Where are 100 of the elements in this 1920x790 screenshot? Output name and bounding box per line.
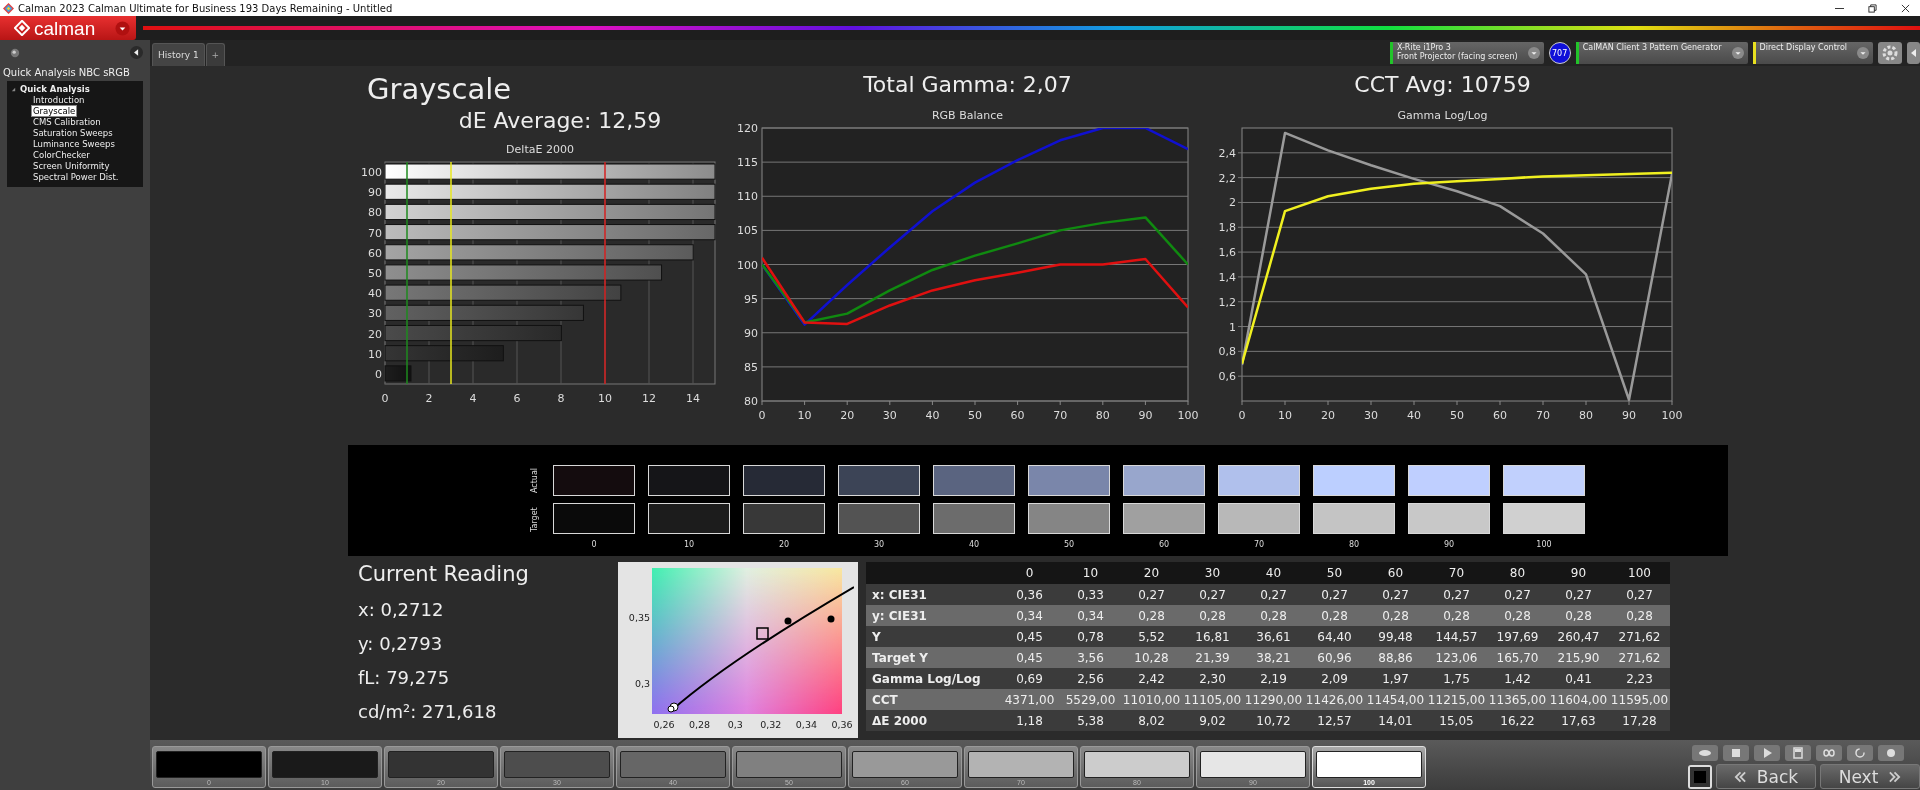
table-cell: 0,28 [1182,605,1243,626]
table-cell: 271,62 [1609,626,1670,647]
tree-item[interactable]: Quick Analysis [19,84,91,95]
device-label: Direct Display Control [1759,43,1847,52]
collapse-icon[interactable] [1907,42,1920,64]
bar [384,365,412,382]
back-button[interactable]: Back [1716,764,1816,789]
expand-icon[interactable] [11,87,16,92]
axis-label: 10 [368,347,382,361]
tab[interactable]: + [205,43,226,66]
table-cell: 5,52 [1121,626,1182,647]
tree-item[interactable]: CMS Calibration [32,117,102,127]
table-cell: 10,72 [1243,710,1304,731]
table-cell: 11290,00 [1243,689,1304,710]
table-cell: 10,28 [1121,647,1182,668]
table-cell: 5529,00 [1060,689,1121,710]
table-cell: 165,70 [1487,647,1548,668]
axis-label: 4 [469,392,477,405]
save-icon[interactable] [1785,745,1811,761]
table-cell: 2,42 [1121,668,1182,689]
tree-item[interactable]: ColorChecker [32,150,91,160]
table-cell: 0,27 [1609,584,1670,605]
refresh-icon[interactable] [1847,745,1873,761]
table-cell: 2,30 [1182,668,1243,689]
reading-title: Current Reading [358,562,530,586]
settings-icon[interactable] [1878,42,1902,64]
diamond-logo-icon [14,20,30,36]
axis-label: 40 [1407,409,1421,422]
stop-icon[interactable] [1688,764,1712,789]
axis-label: 12 [642,392,656,405]
table-cell: 17,63 [1548,710,1609,731]
restore-icon[interactable] [1868,3,1877,13]
axis-label: 30 [368,307,382,321]
table-cell: 0,28 [1548,605,1609,626]
table-cell: 0,34 [1060,605,1121,626]
table-cell: 0,45 [999,647,1060,668]
axis-label: 50 [368,267,382,280]
collapse-icon[interactable] [130,46,143,59]
axis-label: 1,8 [1218,221,1236,235]
device-selector[interactable]: CalMAN Client 3 Pattern Generator [1575,42,1748,64]
table-cell: 0,28 [1487,605,1548,626]
axis-label: 30 [882,409,897,422]
device-selector[interactable]: X-Rite i1Pro 3 Front Projector (facing screen) [1389,42,1544,64]
tree-item[interactable]: Luminance Sweeps [32,139,116,149]
pin-icon[interactable] [10,47,20,58]
axis-label: 50 [968,409,982,422]
close-icon[interactable] [1901,3,1910,13]
axis-label: 90 [744,326,758,340]
axis-label: 0 [758,409,766,422]
axis-label: 0,3 [727,719,743,730]
chart-title: DeltaE 2000 [506,143,574,156]
axis-label: 40 [368,287,382,301]
column-header: 30 [1182,562,1243,584]
table-cell: 16,22 [1487,710,1548,731]
next-button[interactable]: Next [1820,764,1920,789]
table-cell: 0,27 [1243,584,1304,605]
axis-label: 30 [1364,409,1378,422]
table-cell: 0,28 [1121,605,1182,626]
column-header: 20 [1121,562,1182,584]
table-cell: 144,57 [1426,626,1487,647]
axis-label: 100 [1661,409,1683,422]
axis-label: 0,28 [689,719,711,730]
logo-button[interactable]: calman [0,16,136,40]
loop-icon[interactable] [1816,745,1842,761]
row-header: Y [866,626,999,647]
axis-label: 100 [361,166,382,180]
tab[interactable]: History 1 [152,43,205,66]
axis-label: 1,6 [1218,246,1236,260]
device-selector[interactable]: Direct Display Control [1752,42,1873,64]
table-cell: 0,78 [1060,626,1121,647]
axis-label: 2,4 [1218,146,1236,160]
table-cell: 11215,00 [1426,689,1487,710]
axis-label: 80 [1579,409,1593,422]
meter-badge[interactable]: 707 [1548,42,1571,64]
row-header: CCT [866,689,999,710]
axis-label: 50 [1450,409,1464,422]
table-cell: 1,18 [999,710,1060,731]
dropdown-icon[interactable] [115,20,130,36]
axis-label: 40 [925,409,940,422]
tree-item[interactable]: Saturation Sweeps [32,128,114,138]
axis-label: 60 [368,246,382,260]
play-icon[interactable] [1754,745,1780,761]
table-cell: 3,56 [1060,647,1121,668]
table-cell: 1,97 [1365,668,1426,689]
table-cell: 0,28 [1365,605,1426,626]
tree-item[interactable]: Introduction [32,95,86,105]
axis-label: 10 [1278,409,1292,422]
eye-icon[interactable] [1692,745,1718,761]
table-cell: 38,21 [1243,647,1304,668]
tree-item[interactable]: Grayscale [32,106,77,116]
tree-item[interactable]: Screen Uniformity [32,161,111,171]
column-header: 10 [1060,562,1121,584]
table-cell: 0,27 [1426,584,1487,605]
axis-label: 0,3 [634,678,650,689]
total-gamma: Total Gamma: 2,07 [863,72,1072,97]
table-cell: 11454,00 [1365,689,1426,710]
table-cell: 0,27 [1548,584,1609,605]
table-cell: 11010,00 [1121,689,1182,710]
row-header: x: CIE31 [866,584,999,605]
tree-item[interactable]: Spectral Power Dist. [32,172,120,182]
